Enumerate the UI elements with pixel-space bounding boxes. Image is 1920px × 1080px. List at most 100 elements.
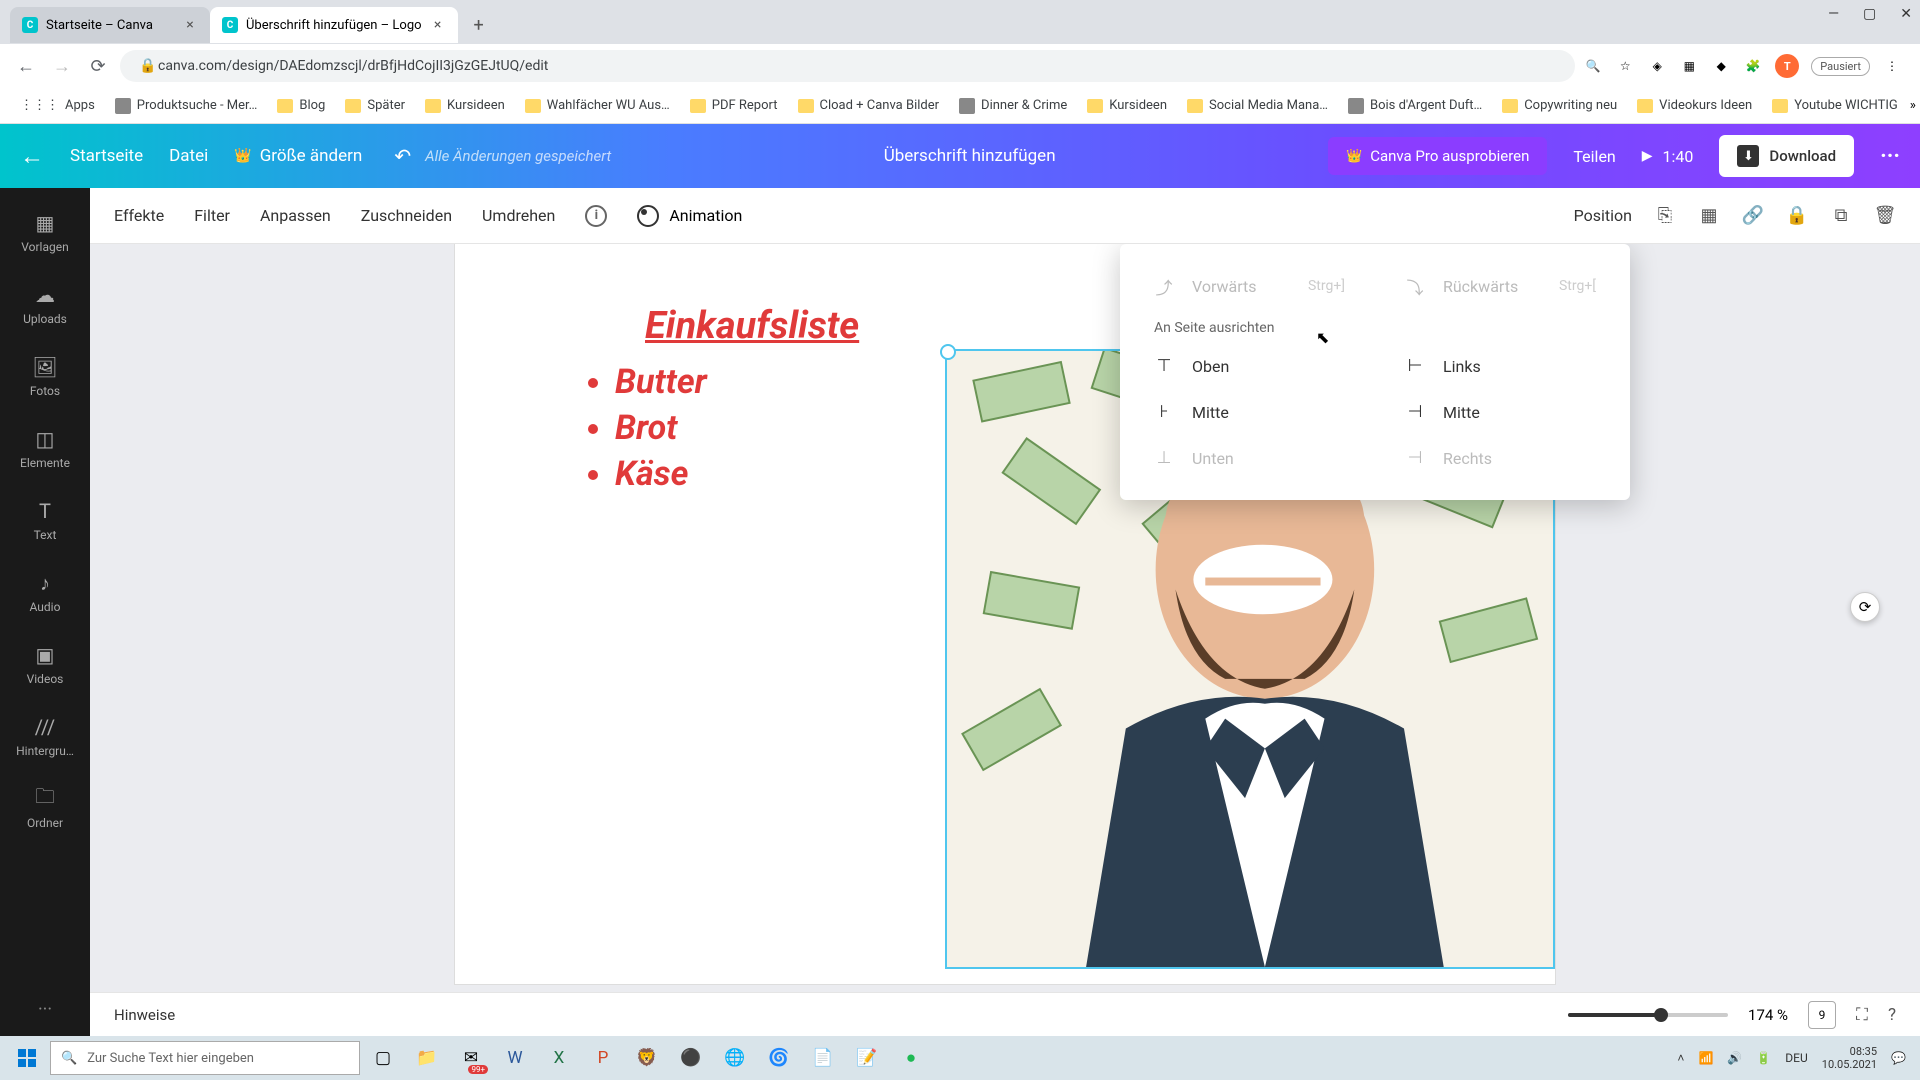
undo-icon[interactable]: ↶ [394,144,411,168]
zoom-slider[interactable] [1568,1013,1728,1017]
animation-button[interactable]: Animation [637,205,742,227]
sidebar-item-elements[interactable]: ◫Elemente [0,412,90,484]
home-link[interactable]: Startseite [70,146,143,166]
taskbar-app-edge[interactable]: 🌀 [758,1040,800,1076]
bookmark-item[interactable]: Copywriting neu [1494,94,1625,117]
taskbar-app-spotify[interactable]: ● [890,1040,932,1076]
bookmark-item[interactable]: Bois d'Argent Duft… [1340,94,1490,118]
tray-notifications-icon[interactable]: 💬 [1891,1051,1906,1065]
profile-avatar[interactable]: T [1775,54,1799,78]
slider-thumb[interactable] [1654,1008,1668,1022]
transparency-icon[interactable]: ▦ [1698,205,1720,227]
extension-icon[interactable]: ◆ [1711,56,1731,76]
tray-volume-icon[interactable]: 🔊 [1727,1051,1742,1065]
taskbar-app-explorer[interactable]: 📁 [406,1040,448,1076]
bookmark-item[interactable]: Kursideen [1079,94,1175,117]
taskbar-app[interactable]: 📄 [802,1040,844,1076]
apps-button[interactable]: ⋮⋮⋮Apps [12,94,103,117]
effects-button[interactable]: Effekte [114,206,164,225]
back-button[interactable]: ← [12,52,40,80]
share-button[interactable]: Teilen [1573,147,1615,166]
sidebar-item-photos[interactable]: 🖼Fotos [0,340,90,412]
sync-paused-badge[interactable]: Pausiert [1811,57,1870,76]
sidebar-item-folder[interactable]: 🗀Ordner [0,772,90,844]
star-icon[interactable]: ☆ [1615,56,1635,76]
extension-icon[interactable]: ▦ [1679,56,1699,76]
sidebar-item-background[interactable]: ///Hintergru… [0,700,90,772]
delete-icon[interactable]: 🗑 [1874,205,1896,227]
align-right-button[interactable]: ⊣Rechts [1405,442,1596,474]
bookmark-item[interactable]: Videokurs Ideen [1629,94,1760,117]
browser-tab[interactable]: C Startseite – Canva × [10,7,210,43]
play-button[interactable]: 1:40 [1642,147,1694,166]
sidebar-item-templates[interactable]: ▦Vorlagen [0,196,90,268]
link-icon[interactable]: 🔗 [1742,205,1764,227]
tray-battery-icon[interactable]: 🔋 [1756,1051,1771,1065]
sidebar-item-audio[interactable]: ♪Audio [0,556,90,628]
taskbar-app-obs[interactable]: ⚫ [670,1040,712,1076]
url-input[interactable]: 🔒 canva.com/design/DAEdomzscjl/drBfjHdCo… [120,50,1575,82]
tray-language[interactable]: DEU [1785,1051,1807,1065]
taskbar-app-mail[interactable]: ✉99+ [450,1040,492,1076]
forward-button[interactable]: → [48,52,76,80]
file-menu[interactable]: Datei [169,146,208,166]
download-button[interactable]: Download [1719,135,1854,177]
notes-button[interactable]: Hinweise [114,1006,175,1024]
overflow-icon[interactable]: » [1910,98,1916,113]
filter-button[interactable]: Filter [194,206,230,225]
position-button[interactable]: Position [1574,206,1632,225]
back-icon[interactable]: ← [20,142,44,171]
close-icon[interactable]: × [430,17,446,33]
new-tab-button[interactable]: + [464,10,494,40]
adjust-button[interactable]: Anpassen [260,206,331,225]
text-list[interactable]: Butter Brot Käse [585,362,707,500]
reload-button[interactable]: ⟳ [84,52,112,80]
taskbar-search[interactable]: 🔍Zur Suche Text hier eingeben [50,1041,360,1075]
bookmark-item[interactable]: Später [337,94,413,117]
text-heading[interactable]: Einkaufsliste [645,304,859,348]
info-icon[interactable]: i [585,205,607,227]
zoom-icon[interactable]: 🔍 [1583,56,1603,76]
zoom-value[interactable]: 174 % [1748,1006,1788,1024]
bookmark-item[interactable]: Produktsuche - Mer… [107,94,266,118]
document-title[interactable]: Überschrift hinzufügen [884,146,1056,166]
bring-forward-button[interactable]: ⤴ Vorwärts Strg+] [1154,270,1345,302]
send-backward-button[interactable]: ⤵ Rückwärts Strg+[ [1405,270,1596,302]
tray-chevron-icon[interactable]: ˄ [1677,1051,1684,1065]
more-icon[interactable]: ··· [1880,144,1900,169]
puzzle-icon[interactable]: 🧩 [1743,56,1763,76]
tray-clock[interactable]: 08:35 10.05.2021 [1822,1045,1877,1071]
help-icon[interactable]: ? [1888,1005,1896,1025]
taskbar-app-word[interactable]: W [494,1040,536,1076]
task-view-button[interactable]: ▢ [362,1040,404,1076]
sidebar-item-uploads[interactable]: ☁Uploads [0,268,90,340]
taskbar-app-notepad[interactable]: 📝 [846,1040,888,1076]
align-left-button[interactable]: ⊢Links [1405,350,1596,382]
align-bottom-button[interactable]: ⊥Unten [1154,442,1345,474]
extension-icon[interactable]: ◈ [1647,56,1667,76]
bookmark-item[interactable]: Wahlfächer WU Aus… [517,94,678,117]
fullscreen-icon[interactable]: ⛶ [1856,1005,1868,1025]
sidebar-item-text[interactable]: TText [0,484,90,556]
bookmark-item[interactable]: Blog [269,94,333,117]
bookmark-item[interactable]: PDF Report [682,94,786,117]
align-middle-v-button[interactable]: ⊦Mitte [1154,396,1345,428]
minimize-button[interactable]: — [1828,6,1839,22]
crop-button[interactable]: Zuschneiden [361,206,452,225]
align-top-button[interactable]: ⊤Oben [1154,350,1345,382]
close-button[interactable]: ✕ [1900,6,1912,22]
taskbar-app-powerpoint[interactable]: P [582,1040,624,1076]
taskbar-app-chrome[interactable]: 🌐 [714,1040,756,1076]
bookmark-item[interactable]: Dinner & Crime [951,94,1075,118]
bookmark-item[interactable]: Social Media Mana… [1179,94,1336,117]
try-pro-button[interactable]: Canva Pro ausprobieren [1328,137,1547,175]
start-button[interactable] [6,1040,48,1076]
bookmark-item[interactable]: Youtube WICHTIG [1764,94,1906,117]
taskbar-app-excel[interactable]: X [538,1040,580,1076]
rotate-handle[interactable]: ⟳ [1850,592,1880,622]
copy-style-icon[interactable]: ⎘ [1654,205,1676,227]
bookmark-item[interactable]: Kursideen [417,94,513,117]
sidebar-item-videos[interactable]: ▣Videos [0,628,90,700]
resize-button[interactable]: Größe ändern [234,146,362,166]
close-icon[interactable]: × [182,17,198,33]
